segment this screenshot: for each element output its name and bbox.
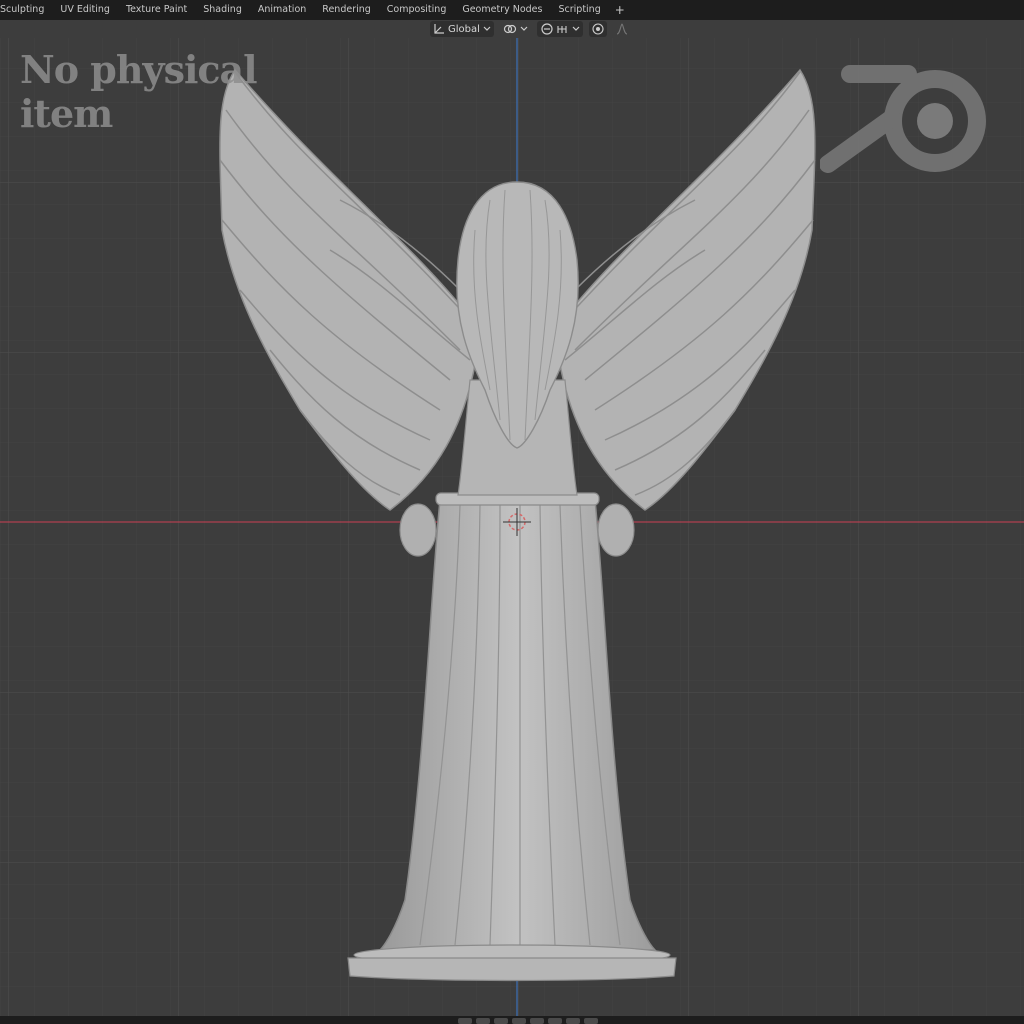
- chevron-down-icon: [572, 26, 580, 31]
- watermark-text: No physical item: [20, 47, 258, 136]
- tab-scripting[interactable]: Scripting: [550, 0, 608, 20]
- chevron-down-icon: [483, 26, 491, 31]
- falloff-icon: [616, 23, 628, 35]
- bottom-button[interactable]: [458, 1018, 472, 1024]
- base: [347, 957, 677, 982]
- tab-compositing[interactable]: Compositing: [379, 0, 455, 20]
- proportional-falloff-dropdown[interactable]: [613, 21, 631, 37]
- watermark-line-1: No physical: [20, 47, 258, 92]
- orientation-label: Global: [448, 23, 480, 35]
- snap-icon: [541, 23, 553, 35]
- bottom-button[interactable]: [494, 1018, 508, 1024]
- tab-animation[interactable]: Animation: [250, 0, 314, 20]
- tab-sculpting[interactable]: Sculpting: [0, 0, 52, 20]
- pivot-point-icon: [503, 24, 517, 34]
- workspace-tab-bar: Sculpting UV Editing Texture Paint Shadi…: [0, 0, 1024, 20]
- add-workspace-button[interactable]: +: [609, 0, 631, 20]
- transform-orientation-dropdown[interactable]: Global: [430, 21, 494, 37]
- bottom-button[interactable]: [548, 1018, 562, 1024]
- tab-texture-paint[interactable]: Texture Paint: [118, 0, 195, 20]
- chevron-down-icon: [520, 26, 528, 31]
- tab-geometry-nodes[interactable]: Geometry Nodes: [454, 0, 550, 20]
- snap-target-icon: [557, 26, 567, 33]
- bottom-button[interactable]: [584, 1018, 598, 1024]
- bottom-button[interactable]: [476, 1018, 490, 1024]
- bottom-button[interactable]: [566, 1018, 580, 1024]
- pivot-point-dropdown[interactable]: [500, 21, 531, 37]
- bottom-toolbar: [458, 1018, 598, 1024]
- tab-rendering[interactable]: Rendering: [314, 0, 379, 20]
- viewport-header-tools: Global: [430, 20, 631, 38]
- right-hand: [597, 503, 635, 557]
- bottom-button[interactable]: [530, 1018, 544, 1024]
- proportional-editing-icon: [592, 23, 604, 35]
- snap-toggle[interactable]: [536, 21, 583, 37]
- transform-orientation-icon: [434, 24, 444, 34]
- watermark-line-2: item: [20, 91, 113, 136]
- tab-shading[interactable]: Shading: [195, 0, 250, 20]
- left-hand: [399, 503, 437, 557]
- blender-logo-icon: [820, 65, 986, 173]
- bottom-button[interactable]: [512, 1018, 526, 1024]
- tab-uv-editing[interactable]: UV Editing: [52, 0, 118, 20]
- 3d-viewport[interactable]: No physical item: [0, 38, 1024, 1016]
- proportional-editing-toggle[interactable]: [588, 21, 607, 37]
